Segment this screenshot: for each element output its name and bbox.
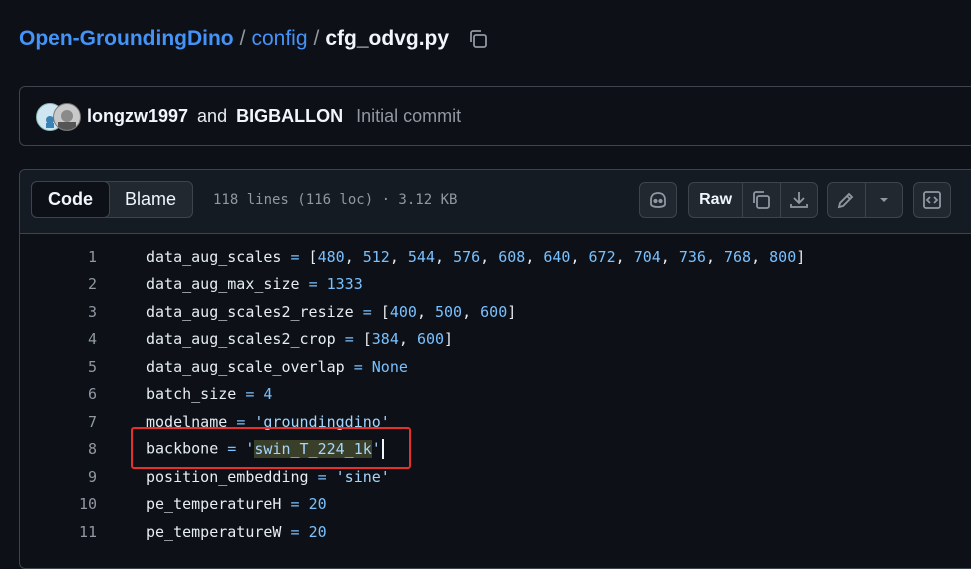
breadcrumb: Open-GroundingDino / config / cfg_odvg.p…	[19, 27, 489, 51]
text-caret	[381, 439, 384, 460]
copilot-button[interactable]	[639, 182, 677, 218]
line-number[interactable]: 4	[20, 330, 97, 348]
chevron-down-icon	[879, 198, 888, 202]
breadcrumb-file-name: cfg_odvg.py	[325, 27, 450, 50]
edit-group	[827, 182, 903, 218]
commit-author-link[interactable]: BIGBALLON	[236, 106, 343, 126]
avatar[interactable]	[53, 103, 81, 131]
tab-blame[interactable]: Blame	[109, 182, 192, 217]
raw-button-label: Raw	[699, 191, 733, 208]
line-number[interactable]: 7	[20, 413, 97, 431]
code-line: 4 data_aug_scales2_crop = [384, 600]	[20, 326, 971, 354]
symbols-icon	[923, 191, 941, 209]
commit-author-link[interactable]: longzw1997	[87, 106, 188, 126]
line-number[interactable]: 2	[20, 275, 97, 293]
pencil-icon	[838, 192, 854, 209]
code-text: data_aug_max_size = 1333	[146, 275, 363, 294]
copilot-icon	[650, 192, 666, 208]
copy-raw-button[interactable]	[743, 183, 781, 217]
copy-path-icon[interactable]	[467, 28, 489, 50]
commit-and-text: and	[197, 106, 228, 126]
line-number[interactable]: 8	[20, 440, 97, 458]
code-text: data_aug_scales = [480, 512, 544, 576, 6…	[146, 247, 806, 266]
download-icon	[789, 192, 808, 208]
line-number[interactable]: 6	[20, 385, 97, 403]
code-view[interactable]: 1 data_aug_scales = [480, 512, 544, 576, …	[20, 243, 971, 546]
code-text: data_aug_scales2_crop = [384, 600]	[146, 330, 454, 349]
raw-button[interactable]: Raw	[689, 183, 744, 217]
code-text: modelname = 'groundingdino'	[146, 412, 390, 431]
line-number[interactable]: 1	[20, 248, 97, 266]
copy-icon	[753, 191, 771, 209]
code-text: batch_size = 4	[146, 385, 273, 404]
line-number[interactable]: 3	[20, 303, 97, 321]
file-viewer: Code Blame 118 lines (116 loc) · 3.12 KB…	[19, 169, 971, 569]
code-text: position_embedding = 'sine'	[146, 467, 390, 486]
view-mode-toggle: Code Blame	[31, 181, 194, 218]
code-line: 5 data_aug_scale_overlap = None	[20, 353, 971, 381]
breadcrumb-repo-link[interactable]: Open-GroundingDino	[19, 27, 234, 51]
commit-text: longzw1997 and BIGBALLON Initial commit	[87, 106, 461, 127]
breadcrumb-folder-link[interactable]: config	[251, 27, 307, 51]
line-number[interactable]: 5	[20, 358, 97, 376]
code-text: backbone = 'swin_T_224_1k'	[146, 439, 384, 460]
download-button[interactable]	[781, 183, 817, 217]
symbols-button[interactable]	[913, 182, 951, 218]
code-line: 9 position_embedding = 'sine'	[20, 463, 971, 491]
code-line: 3 data_aug_scales2_resize = [400, 500, 60…	[20, 298, 971, 326]
edit-button[interactable]	[828, 183, 866, 217]
breadcrumb-separator: /	[239, 27, 246, 50]
line-number[interactable]: 10	[20, 495, 97, 513]
raw-copy-download-group: Raw	[688, 182, 818, 218]
breadcrumb-separator: /	[313, 27, 320, 50]
edit-more-button[interactable]	[866, 183, 902, 217]
file-header: Code Blame 118 lines (116 loc) · 3.12 KB…	[20, 170, 971, 234]
code-text: data_aug_scale_overlap = None	[146, 357, 408, 376]
line-number[interactable]: 11	[20, 523, 97, 541]
code-line: 1 data_aug_scales = [480, 512, 544, 576, …	[20, 243, 971, 271]
code-line: 2 data_aug_max_size = 1333	[20, 271, 971, 299]
code-line: 11 pe_temperatureW = 20	[20, 518, 971, 546]
line-number[interactable]: 9	[20, 468, 97, 486]
commit-message-link[interactable]: Initial commit	[356, 106, 461, 126]
code-text: data_aug_scales2_resize = [400, 500, 600…	[146, 302, 517, 321]
code-line: 10 pe_temperatureH = 20	[20, 491, 971, 519]
file-meta: 118 lines (116 loc) · 3.12 KB	[213, 192, 458, 208]
latest-commit-box: longzw1997 and BIGBALLON Initial commit	[19, 86, 971, 146]
code-text: pe_temperatureW = 20	[146, 522, 327, 541]
code-line: 7 modelname = 'groundingdino'	[20, 408, 971, 436]
code-line: 8 backbone = 'swin_T_224_1k'	[20, 436, 971, 464]
code-text: pe_temperatureH = 20	[146, 495, 327, 514]
code-line: 6 batch_size = 4	[20, 381, 971, 409]
tab-code[interactable]: Code	[31, 181, 110, 218]
commit-avatars[interactable]	[36, 101, 81, 131]
